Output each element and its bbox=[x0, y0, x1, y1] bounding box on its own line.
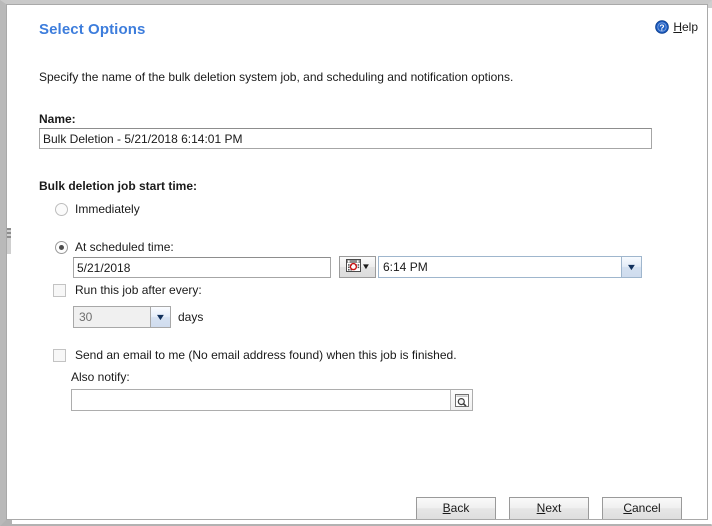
radio-at-scheduled-time[interactable]: At scheduled time: bbox=[55, 240, 174, 254]
recurrence-interval-dropdown-button[interactable]: ▼ bbox=[150, 307, 170, 327]
radio-at-scheduled-time-indicator[interactable] bbox=[55, 240, 68, 254]
radio-at-scheduled-time-label: At scheduled time: bbox=[75, 240, 174, 254]
checkbox-send-email-indicator[interactable] bbox=[53, 348, 66, 362]
window-resize-grip[interactable] bbox=[7, 228, 11, 254]
scheduled-time-value: 6:14 PM bbox=[383, 260, 428, 274]
scheduled-time-dropdown-button[interactable]: ▼ bbox=[621, 257, 641, 277]
lookup-magnifier-icon bbox=[454, 393, 469, 407]
scheduled-date-input[interactable] bbox=[73, 257, 331, 278]
back-button-accelerator: B bbox=[442, 501, 451, 515]
cancel-button[interactable]: Cancel bbox=[602, 497, 682, 520]
radio-immediately[interactable]: Immediately bbox=[55, 202, 140, 216]
name-input[interactable] bbox=[39, 128, 652, 149]
chevron-down-icon: ▼ bbox=[360, 262, 371, 271]
calendar-icon bbox=[345, 259, 361, 275]
checkbox-send-email-label: Send an email to me (No email address fo… bbox=[75, 348, 457, 362]
recurrence-interval-value: 30 bbox=[79, 310, 93, 324]
back-button-label-rest: ack bbox=[450, 501, 470, 515]
svg-text:?: ? bbox=[660, 22, 665, 32]
intro-text: Specify the name of the bulk deletion sy… bbox=[39, 70, 514, 84]
help-circle-icon: ? bbox=[655, 20, 670, 34]
cancel-button-label-rest: ancel bbox=[631, 501, 661, 515]
checkbox-send-email[interactable]: Send an email to me (No email address fo… bbox=[53, 348, 457, 362]
checkbox-run-after-every[interactable]: Run this job after every: bbox=[53, 283, 202, 297]
radio-immediately-label: Immediately bbox=[75, 202, 140, 216]
dialog-content: Select Options ? Help Specify the name o… bbox=[12, 8, 712, 524]
help-label-rest: elp bbox=[681, 20, 698, 34]
help-label: Help bbox=[673, 20, 698, 34]
scheduled-time-select[interactable]: 6:14 PM ▼ bbox=[378, 256, 642, 278]
start-time-label: Bulk deletion job start time: bbox=[39, 179, 198, 193]
name-label: Name: bbox=[39, 112, 76, 126]
dialog-window: Select Options ? Help Specify the name o… bbox=[0, 0, 712, 526]
cancel-button-accelerator: C bbox=[623, 501, 632, 515]
chevron-down-icon: ▼ bbox=[625, 261, 638, 272]
also-notify-lookup-button[interactable] bbox=[450, 390, 472, 410]
checkbox-run-after-every-label: Run this job after every: bbox=[75, 283, 202, 297]
radio-immediately-indicator[interactable] bbox=[55, 202, 68, 216]
chevron-down-icon: ▼ bbox=[154, 311, 167, 322]
also-notify-input[interactable] bbox=[72, 390, 450, 410]
next-button[interactable]: Next bbox=[509, 497, 589, 520]
help-accelerator: H bbox=[673, 20, 682, 34]
help-link[interactable]: ? Help bbox=[655, 20, 698, 34]
back-button[interactable]: Back bbox=[416, 497, 496, 520]
checkbox-run-after-every-indicator[interactable] bbox=[53, 283, 66, 297]
date-picker-button[interactable]: ▼ bbox=[339, 256, 376, 278]
recurrence-interval-select[interactable]: 30 ▼ bbox=[73, 306, 171, 328]
also-notify-label: Also notify: bbox=[71, 370, 130, 384]
also-notify-field bbox=[71, 389, 473, 411]
page-title: Select Options bbox=[39, 21, 146, 38]
next-button-label-rest: ext bbox=[545, 501, 562, 515]
recurrence-unit-label: days bbox=[178, 310, 204, 324]
